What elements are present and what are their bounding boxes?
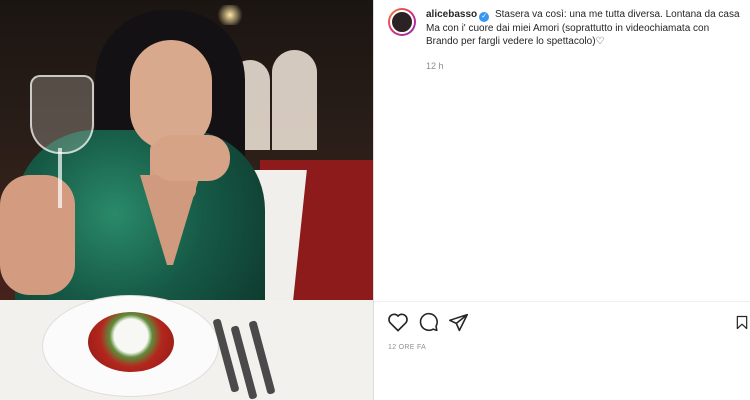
caption: alicebasso ✓ Stasera va così: una me tutt… [426, 8, 750, 48]
share-icon [448, 313, 468, 331]
instagram-post: alicebasso ✓ Stasera va così: una me tutt… [0, 0, 750, 400]
username-link[interactable]: alicebasso [426, 9, 477, 20]
background-arch [272, 50, 317, 150]
bookmark-icon [736, 315, 748, 329]
wine-glass [30, 75, 94, 154]
avatar[interactable] [388, 8, 416, 36]
save-button[interactable] [736, 310, 748, 334]
action-bar [386, 310, 748, 336]
heart-icon [388, 313, 408, 332]
share-button[interactable] [446, 310, 470, 334]
post-timestamp[interactable]: 12 ORE FA [388, 344, 426, 351]
verified-icon: ✓ [479, 12, 490, 22]
post-photo[interactable] [0, 0, 373, 400]
person-face [130, 40, 212, 150]
post-sidebar: alicebasso ✓ Stasera va così: una me tutt… [373, 0, 750, 400]
avatar-image [390, 10, 414, 34]
person-arm [0, 175, 75, 295]
caption-timestamp[interactable]: 12 h [426, 61, 750, 71]
caption-block: alicebasso ✓ Stasera va così: una me tutt… [426, 8, 750, 71]
divider [374, 301, 750, 302]
comment-button[interactable] [416, 310, 440, 334]
like-button[interactable] [386, 310, 410, 334]
comment-icon [419, 312, 438, 331]
chandelier-light [215, 5, 245, 25]
caption-row: alicebasso ✓ Stasera va così: una me tutt… [388, 8, 750, 71]
wine-glass-stem [58, 148, 62, 208]
person-hand [150, 135, 230, 181]
food-burrata [88, 312, 174, 372]
